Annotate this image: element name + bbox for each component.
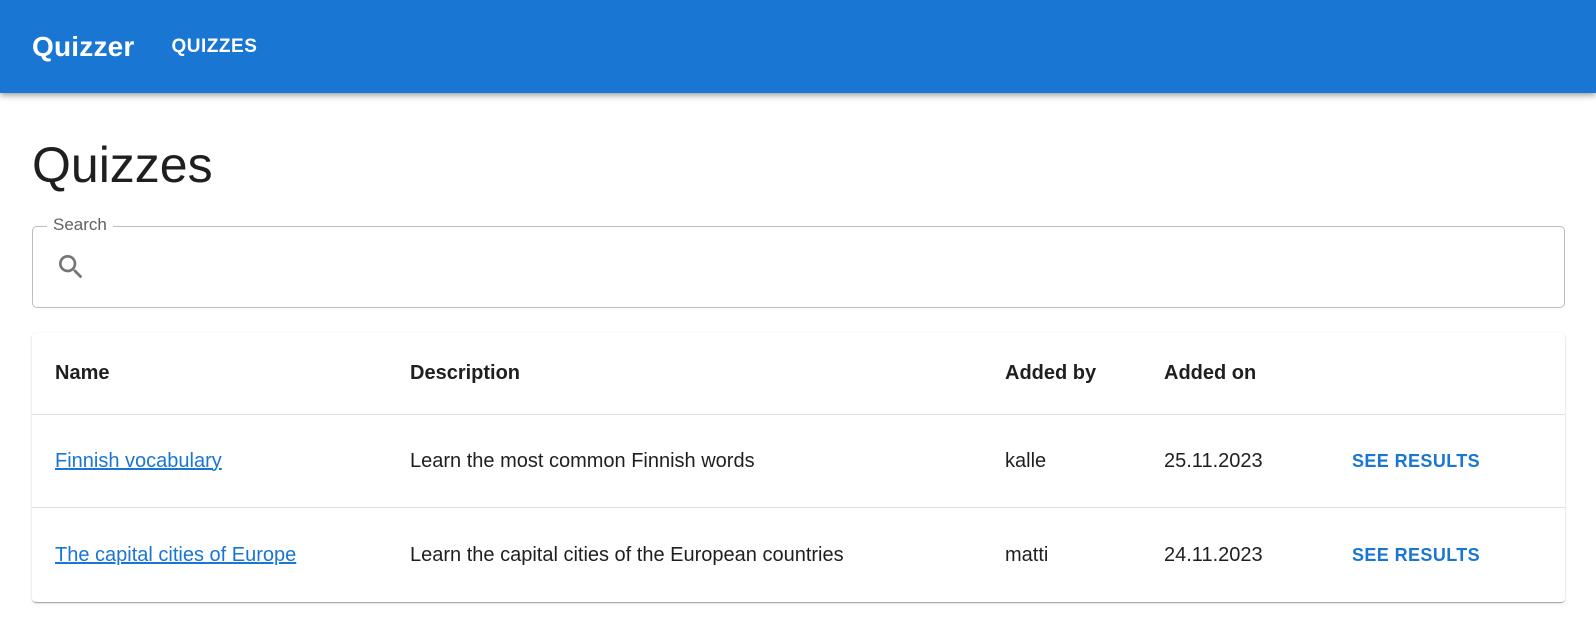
- see-results-button[interactable]: SEE RESULTS: [1352, 545, 1480, 566]
- nav-quizzes[interactable]: QUIZZES: [172, 36, 258, 58]
- quiz-added-on: 25.11.2023: [1164, 449, 1263, 472]
- quiz-added-by: kalle: [1005, 449, 1047, 472]
- quizzes-table: Name Description Added by Added on Finni…: [32, 333, 1565, 602]
- quiz-action-cell: SEE RESULTS: [1352, 508, 1480, 602]
- header-added-by: Added by: [1005, 362, 1097, 384]
- table-row: Finnish vocabulary Learn the most common…: [32, 415, 1565, 508]
- see-results-button[interactable]: SEE RESULTS: [1352, 451, 1480, 472]
- search-field[interactable]: Search: [32, 215, 1565, 308]
- table-row: The capital cities of Europe Learn the c…: [32, 508, 1565, 602]
- app-bar: Quizzer QUIZZES: [0, 0, 1596, 93]
- quiz-description: Learn the capital cities of the European…: [410, 543, 844, 566]
- header-added-on: Added on: [1164, 362, 1257, 384]
- quiz-name-cell: The capital cities of Europe: [55, 508, 296, 602]
- quiz-name-cell: Finnish vocabulary: [55, 415, 222, 507]
- quiz-added-by: matti: [1005, 543, 1049, 566]
- search-icon: [59, 255, 83, 279]
- quiz-action-cell: SEE RESULTS: [1352, 415, 1480, 507]
- quiz-name-link[interactable]: The capital cities of Europe: [55, 544, 296, 567]
- page-title: Quizzes: [32, 137, 213, 193]
- header-description: Description: [410, 362, 521, 384]
- table-header-row: Name Description Added by Added on: [32, 333, 1565, 415]
- search-label: Search: [47, 215, 113, 235]
- app-brand[interactable]: Quizzer: [32, 31, 135, 63]
- quiz-added-on: 24.11.2023: [1164, 543, 1263, 566]
- quiz-name-link[interactable]: Finnish vocabulary: [55, 450, 222, 473]
- header-name: Name: [55, 362, 110, 384]
- search-input[interactable]: [103, 245, 1543, 289]
- quiz-description: Learn the most common Finnish words: [410, 449, 755, 472]
